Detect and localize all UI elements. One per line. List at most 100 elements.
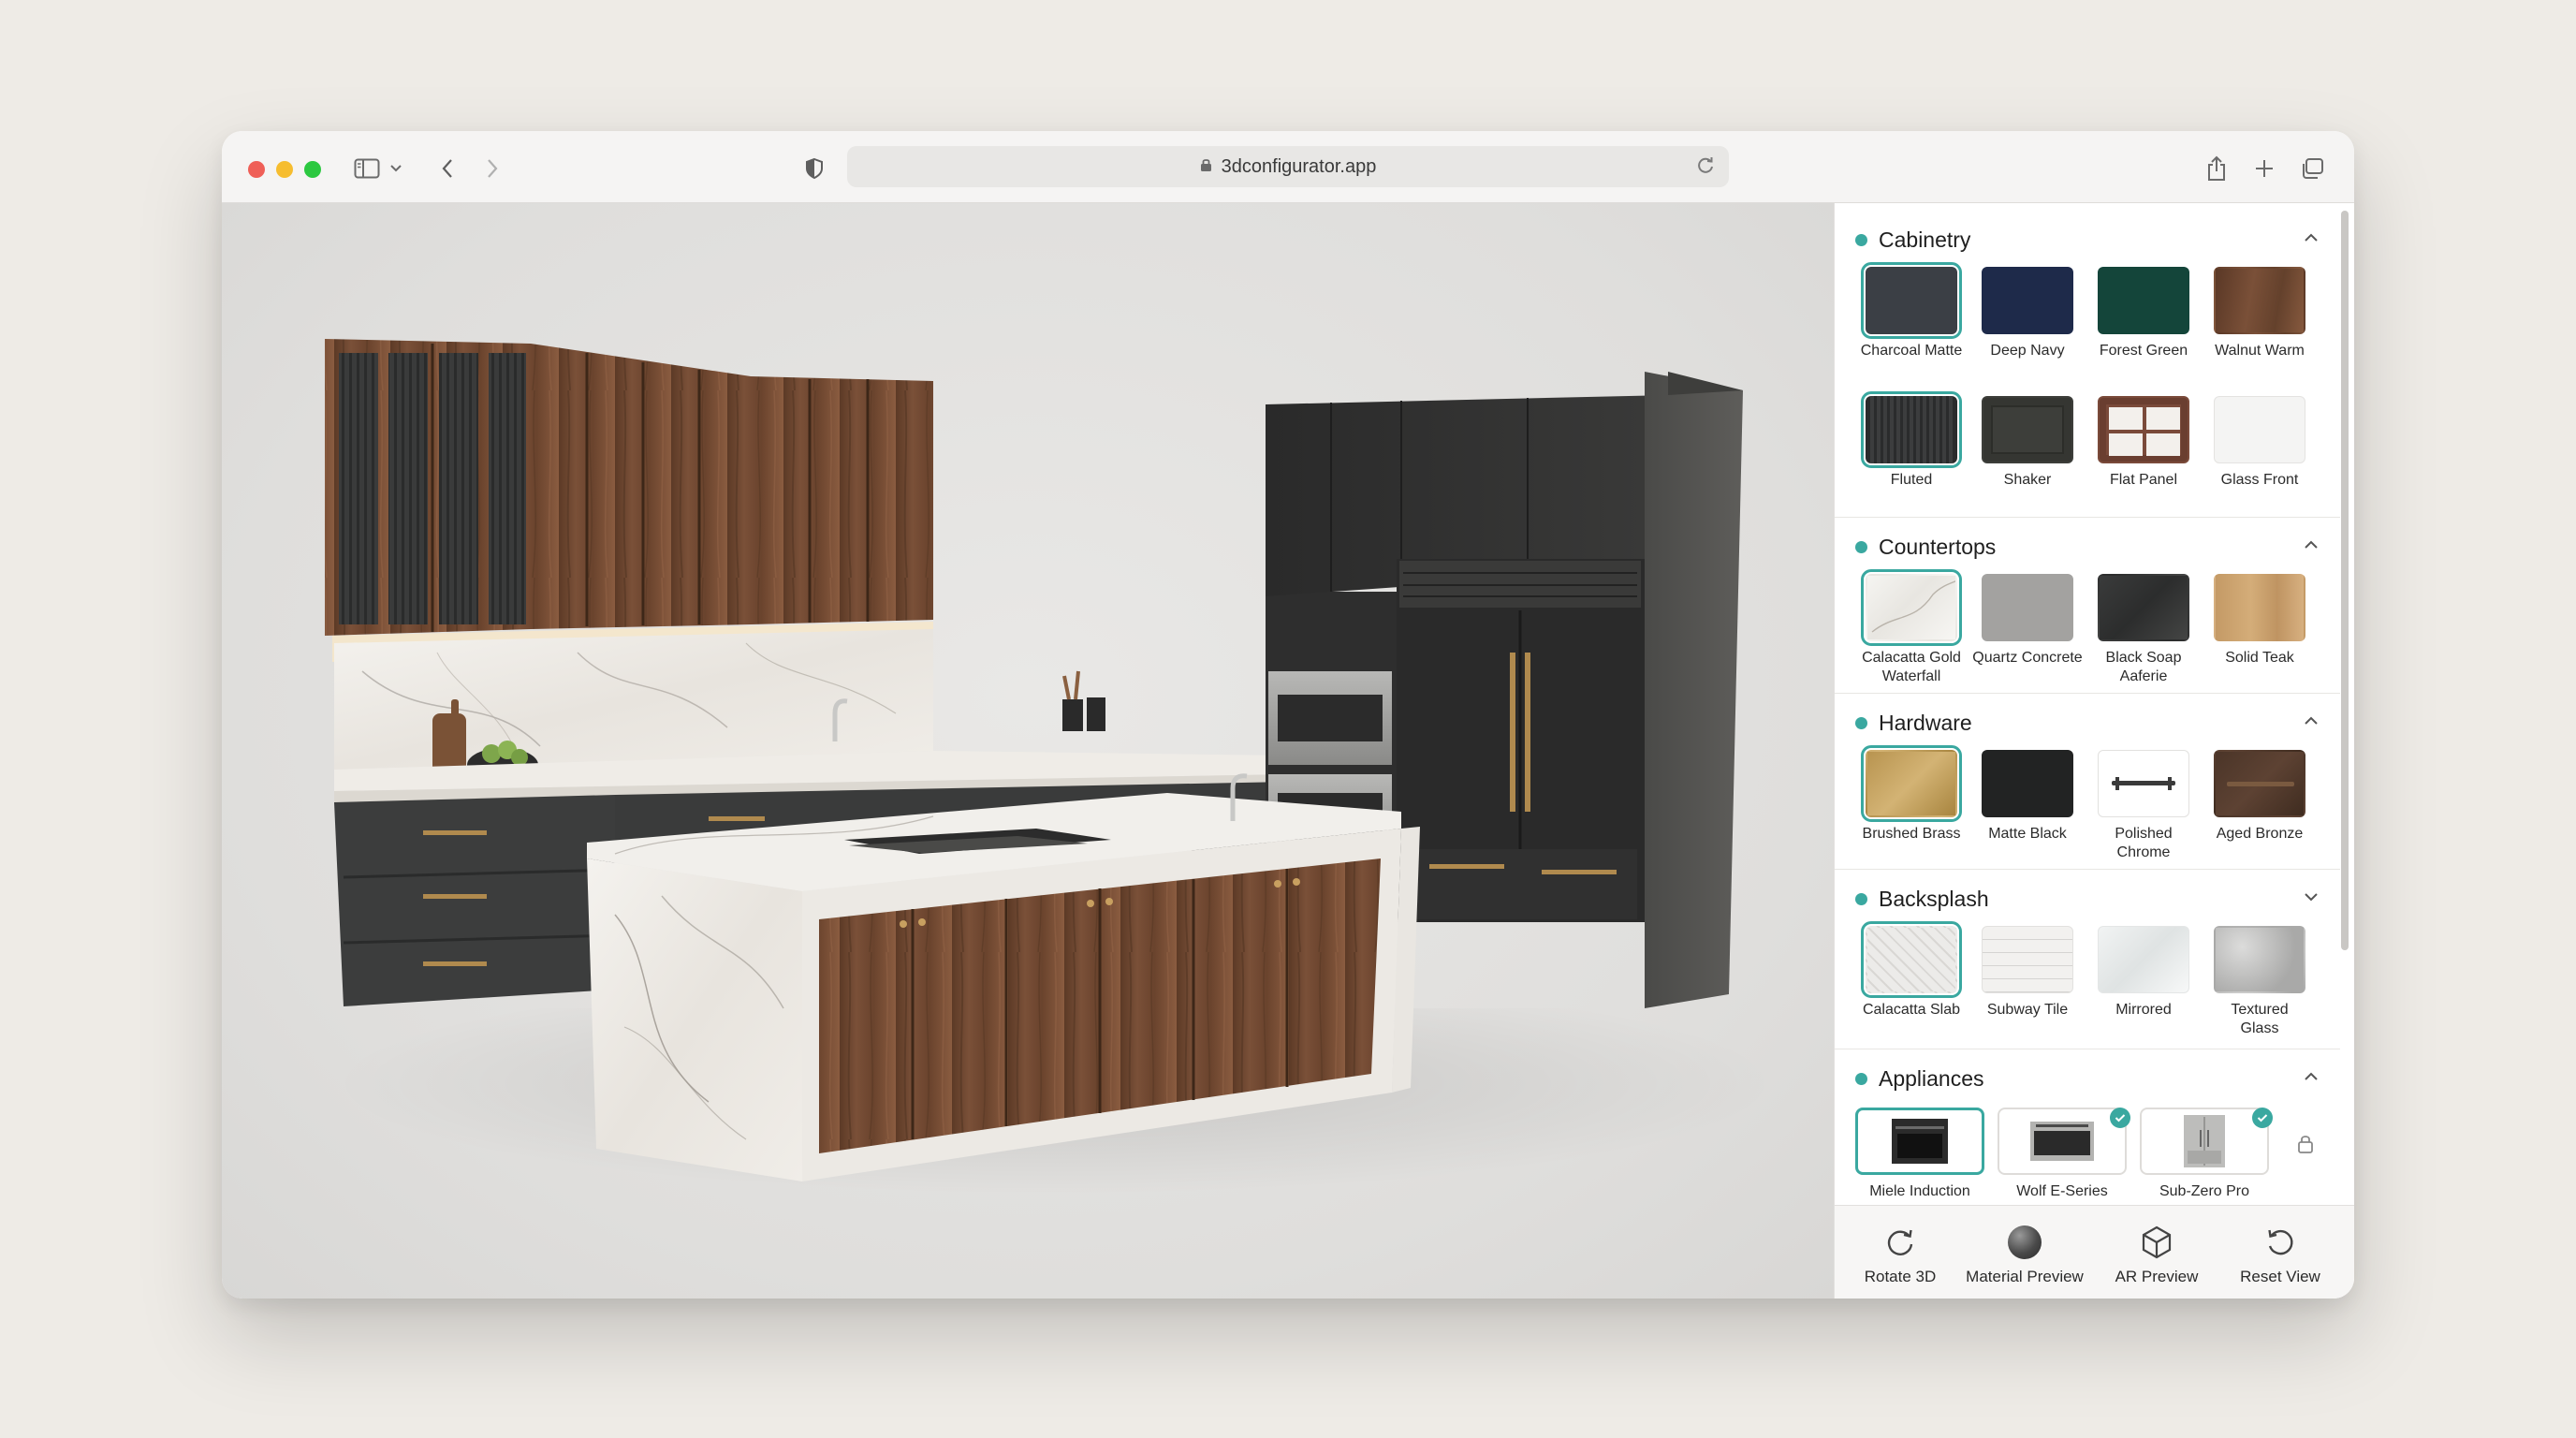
view-actions-bar: Rotate 3D Material Preview AR Preview Re… <box>1835 1205 2354 1299</box>
color-swatch <box>1861 262 1962 339</box>
hardware-swatch <box>1861 745 1962 822</box>
appliance-wolf-e-series[interactable]: Wolf E-Series <box>1996 1108 2130 1201</box>
chevron-up-icon[interactable] <box>2303 714 2320 731</box>
countertop-black-soap[interactable]: Black Soap Aaferie <box>2086 574 2202 686</box>
appliance-miele-induction[interactable]: Miele Induction <box>1853 1108 1986 1201</box>
section-dot-icon <box>1855 233 1867 246</box>
swatch-label: Quartz Concrete <box>1972 650 2083 666</box>
style-glass-front[interactable]: Glass Front <box>2202 396 2318 490</box>
section-title: Appliances <box>1879 1065 1984 1091</box>
style-swatch <box>1982 396 2073 463</box>
style-shaker[interactable]: Shaker <box>1969 396 2086 490</box>
section-title: Countertops <box>1879 534 1997 559</box>
sphere-icon <box>1959 1223 2090 1262</box>
rotate-icon <box>1835 1223 1966 1262</box>
countertop-quartz-concrete[interactable]: Quartz Concrete <box>1969 574 2086 668</box>
color-swatch <box>2214 267 2305 334</box>
section-dot-icon <box>1855 1072 1867 1085</box>
swatch-label: Flat Panel <box>2109 472 2178 488</box>
countertop-swatch <box>2214 574 2305 641</box>
section-title: Hardware <box>1879 710 1972 735</box>
zoom-window-button[interactable] <box>304 161 321 178</box>
appliance-card <box>1998 1108 2130 1175</box>
swatch-label: Solid Teak <box>2225 650 2294 666</box>
appliances-header[interactable]: Appliances <box>1855 1064 1984 1093</box>
chevron-up-icon[interactable] <box>2303 1070 2320 1087</box>
chevron-up-icon[interactable] <box>2303 538 2320 555</box>
panel-scrollbar[interactable] <box>2341 211 2349 950</box>
style-swatch <box>2214 396 2305 463</box>
appliance-label: Miele Induction <box>1869 1183 1970 1199</box>
chevron-down-icon[interactable] <box>2303 890 2320 907</box>
hardware-matte-black[interactable]: Matte Black <box>1969 750 2086 844</box>
swatch-label: Polished Chrome <box>2115 826 2173 860</box>
backsplash-subway-tile[interactable]: Subway Tile <box>1969 926 2086 1020</box>
section-dot-icon <box>1855 540 1867 553</box>
swatch-label: Textured Glass <box>2231 1002 2289 1036</box>
wall-oven-icon <box>2030 1122 2094 1161</box>
swatch-walnut-warm[interactable]: Walnut Warm <box>2202 267 2318 360</box>
swatch-label: Charcoal Matte <box>1860 343 1963 359</box>
tab-overview-icon[interactable] <box>2294 152 2330 185</box>
lock-icon[interactable] <box>2297 1134 2314 1159</box>
swatch-label: Deep Navy <box>1990 343 2065 359</box>
backsplash-mirrored[interactable]: Mirrored <box>2086 926 2202 1020</box>
appliance-label: Wolf E-Series <box>2016 1183 2108 1199</box>
rotate-3d-button[interactable]: Rotate 3D <box>1835 1223 1966 1286</box>
hardware-header[interactable]: Hardware <box>1855 709 1972 737</box>
countertops-header[interactable]: Countertops <box>1855 533 1996 561</box>
swatch-label: Mirrored <box>2115 1002 2172 1018</box>
countertop-solid-teak[interactable]: Solid Teak <box>2202 574 2318 668</box>
hardware-swatch <box>2214 750 2305 817</box>
appliance-sub-zero-pro[interactable]: Sub-Zero Pro <box>2138 1108 2273 1201</box>
backsplash-swatch <box>2214 926 2305 993</box>
configurator-panel: Cabinetry Charcoal Matte Deep Navy Fores… <box>1834 203 2354 1299</box>
privacy-shield-icon[interactable] <box>797 152 832 185</box>
material-preview-button[interactable]: Material Preview <box>1959 1223 2090 1286</box>
forward-icon[interactable] <box>475 152 510 185</box>
section-title: Cabinetry <box>1879 227 1971 252</box>
countertop-calacatta-gold[interactable]: Calacatta Gold Waterfall <box>1853 569 1969 686</box>
minimize-window-button[interactable] <box>276 161 293 178</box>
hardware-aged-bronze[interactable]: Aged Bronze <box>2202 750 2318 844</box>
sidebar-toggle-icon[interactable] <box>349 152 385 185</box>
swatch-deep-navy[interactable]: Deep Navy <box>1969 267 2086 360</box>
chevron-up-icon[interactable] <box>2303 231 2320 248</box>
address-bar[interactable]: 3dconfigurator.app <box>847 146 1729 187</box>
color-swatch <box>1982 267 2073 334</box>
style-flat-panel[interactable]: Flat Panel <box>2086 396 2202 490</box>
browser-window: 3dconfigurator.app Cabinetry Charcoal Ma… <box>222 131 2354 1299</box>
hardware-section: Hardware Brushed Brass Matte Black Polis… <box>1835 694 2340 870</box>
action-label: Reset View <box>2240 1268 2320 1285</box>
hardware-polished-chrome[interactable]: Polished Chrome <box>2086 750 2202 862</box>
backsplash-textured-glass[interactable]: Textured Glass <box>2202 926 2318 1038</box>
share-icon[interactable] <box>2199 152 2234 185</box>
cabinetry-header[interactable]: Cabinetry <box>1855 226 1970 254</box>
hardware-brushed-brass[interactable]: Brushed Brass <box>1853 745 1969 844</box>
new-tab-icon[interactable] <box>2247 152 2282 185</box>
section-dot-icon <box>1855 716 1867 729</box>
hardware-swatch <box>1982 750 2073 817</box>
kitchen-render <box>325 339 1743 1181</box>
swatch-forest-green[interactable]: Forest Green <box>2086 267 2202 360</box>
refrigerator-icon <box>2184 1115 2225 1167</box>
chevron-down-icon[interactable] <box>385 152 407 185</box>
swatch-charcoal-matte[interactable]: Charcoal Matte <box>1853 262 1969 360</box>
reload-icon[interactable] <box>1695 155 1716 182</box>
options-scroll-area[interactable]: Cabinetry Charcoal Matte Deep Navy Fores… <box>1835 203 2354 1205</box>
backsplash-calacatta-slab[interactable]: Calacatta Slab <box>1853 921 1969 1020</box>
action-label: AR Preview <box>2115 1268 2199 1285</box>
check-icon <box>2110 1108 2130 1128</box>
countertop-swatch <box>1982 574 2073 641</box>
swatch-label: Calacatta Gold Waterfall <box>1862 650 1961 684</box>
swatch-label: Walnut Warm <box>2215 343 2305 359</box>
style-fluted[interactable]: Fluted <box>1853 391 1969 490</box>
swatch-label: Black Soap Aaferie <box>2105 650 2182 684</box>
backsplash-section: Backsplash Calacatta Slab Subway Tile Mi… <box>1835 870 2340 1049</box>
reset-view-button[interactable]: Reset View <box>2215 1223 2346 1286</box>
back-icon[interactable] <box>430 152 465 185</box>
3d-kitchen-viewport[interactable] <box>222 203 1834 1299</box>
close-window-button[interactable] <box>248 161 265 178</box>
backsplash-header[interactable]: Backsplash <box>1855 885 1989 913</box>
ar-preview-button[interactable]: AR Preview <box>2091 1223 2222 1286</box>
